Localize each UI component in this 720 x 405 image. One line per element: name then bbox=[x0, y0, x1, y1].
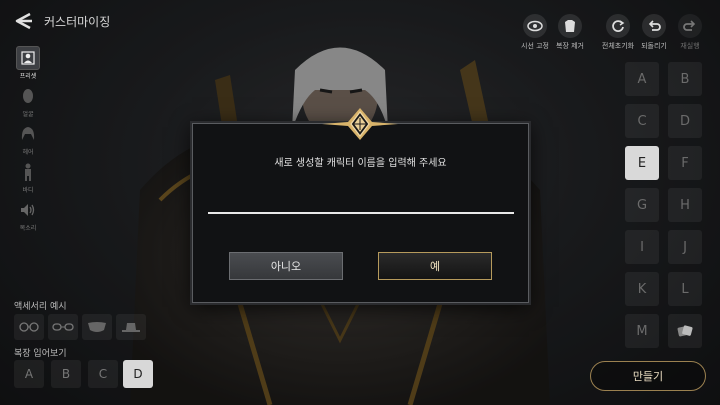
voice-icon bbox=[16, 198, 40, 222]
category-body[interactable]: 바디 bbox=[10, 160, 46, 194]
glasses-icon bbox=[52, 323, 74, 331]
outfit-option-b[interactable]: B bbox=[51, 360, 81, 388]
tool-redo[interactable]: 재실행 bbox=[667, 14, 713, 51]
emblem-icon bbox=[322, 108, 398, 140]
armor-icon bbox=[558, 14, 582, 38]
redo-icon bbox=[678, 14, 702, 38]
outfit-label: 복장 입어보기 bbox=[14, 349, 67, 359]
preset-cell-h[interactable]: H bbox=[668, 188, 702, 222]
face-icon bbox=[16, 84, 40, 108]
preset-cell-d[interactable]: D bbox=[668, 104, 702, 138]
hair-icon bbox=[16, 122, 40, 146]
preset-cell-a[interactable]: A bbox=[625, 62, 659, 96]
no-button[interactable]: 아니오 bbox=[229, 252, 343, 280]
category-hair[interactable]: 헤어 bbox=[10, 122, 46, 156]
name-input-dialog: 새로 생성할 캐릭터 이름을 입력해 주세요 아니오 예 bbox=[192, 123, 529, 303]
category-face[interactable]: 얼굴 bbox=[10, 84, 46, 118]
random-dice-icon bbox=[677, 325, 693, 337]
yes-button[interactable]: 예 bbox=[378, 252, 492, 280]
category-label: 목소리 bbox=[19, 225, 37, 232]
outfit-option-d[interactable]: D bbox=[123, 360, 153, 388]
mask-icon bbox=[88, 322, 106, 332]
preset-cell-b[interactable]: B bbox=[668, 62, 702, 96]
preset-cell-f[interactable]: F bbox=[668, 146, 702, 180]
category-voice[interactable]: 목소리 bbox=[10, 198, 46, 232]
random-preset-button[interactable] bbox=[668, 314, 702, 348]
accessory-glasses[interactable] bbox=[48, 314, 78, 340]
tool-label: 재실행 bbox=[680, 42, 700, 50]
eye-icon bbox=[523, 14, 547, 38]
tool-remove-outfit[interactable]: 복장 제거 bbox=[547, 14, 593, 51]
outfit-option-a[interactable]: A bbox=[14, 360, 44, 388]
preset-cell-c[interactable]: C bbox=[625, 104, 659, 138]
body-icon bbox=[16, 160, 40, 184]
page-title: 커스터마이징 bbox=[44, 15, 111, 29]
create-button[interactable]: 만들기 bbox=[590, 361, 706, 391]
preset-cell-m[interactable]: M bbox=[625, 314, 659, 348]
character-name-input[interactable] bbox=[208, 186, 514, 214]
preset-cell-j[interactable]: J bbox=[668, 230, 702, 264]
preset-cell-l[interactable]: L bbox=[668, 272, 702, 306]
accessory-hat[interactable] bbox=[116, 314, 146, 340]
undo-icon bbox=[642, 14, 666, 38]
outfit-option-c[interactable]: C bbox=[88, 360, 118, 388]
back-arrow-icon[interactable] bbox=[12, 10, 34, 32]
category-label: 헤어 bbox=[22, 149, 34, 156]
top-bar: 커스터마이징 시선 고정 복장 제거 전체초기화 되돌리기 재실행 bbox=[0, 0, 720, 50]
dialog-message: 새로 생성할 캐릭터 이름을 입력해 주세요 bbox=[274, 158, 447, 169]
circle-glasses-icon bbox=[19, 322, 39, 332]
preset-cell-g[interactable]: G bbox=[625, 188, 659, 222]
preset-cell-i[interactable]: I bbox=[625, 230, 659, 264]
tool-label: 복장 제거 bbox=[556, 42, 584, 50]
accessory-mask[interactable] bbox=[82, 314, 112, 340]
accessory-label: 액세서리 예시 bbox=[14, 302, 67, 312]
preset-cell-k[interactable]: K bbox=[625, 272, 659, 306]
left-category-panel: 프리셋 얼굴 헤어 바디 목소리 bbox=[10, 46, 50, 236]
category-label: 프리셋 bbox=[19, 73, 37, 80]
category-label: 바디 bbox=[22, 187, 34, 194]
reset-icon bbox=[606, 14, 630, 38]
accessory-circle-glasses[interactable] bbox=[14, 314, 44, 340]
preset-icon bbox=[16, 46, 40, 70]
hat-icon bbox=[122, 323, 140, 332]
category-label: 얼굴 bbox=[22, 111, 34, 118]
category-preset[interactable]: 프리셋 bbox=[10, 46, 46, 80]
preset-cell-e[interactable]: E bbox=[625, 146, 659, 180]
